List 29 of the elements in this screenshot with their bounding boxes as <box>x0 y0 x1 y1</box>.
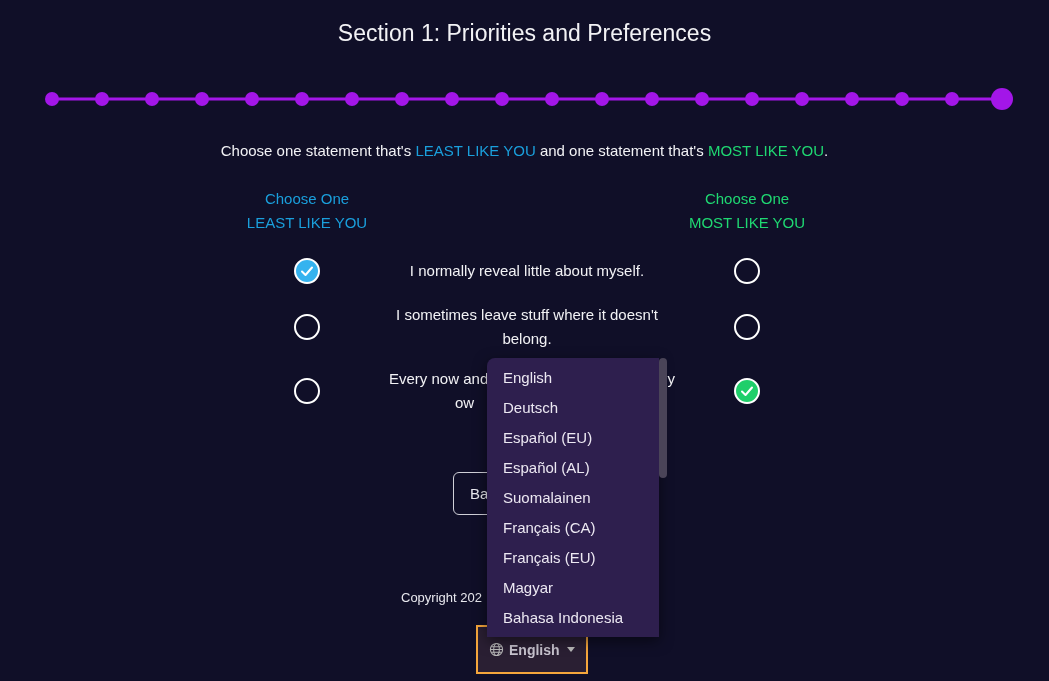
language-option[interactable]: English <box>487 366 659 396</box>
page-title: Section 1: Priorities and Preferences <box>336 19 713 47</box>
caret-icon <box>566 647 575 652</box>
language-option[interactable]: Français (EU) <box>487 546 659 576</box>
language-option[interactable]: Français (CA) <box>487 516 659 546</box>
radio-button[interactable] <box>294 378 320 404</box>
radio-button[interactable] <box>734 314 760 340</box>
radio-button[interactable] <box>294 314 320 340</box>
column-heading: Choose One <box>263 189 351 209</box>
statement-text: I normally reveal little about myself. <box>408 261 646 281</box>
statement-text: ow <box>455 394 475 411</box>
statement-text: Every now and <box>389 369 489 389</box>
checked-radio[interactable] <box>294 258 320 284</box>
statement-text: y <box>667 369 675 389</box>
language-option[interactable]: Español (EU) <box>487 426 659 456</box>
instruction-text: Choose one statement that's LEAST LIKE YOU and one statement that's MOST LIKE YOU. <box>219 141 830 161</box>
scrollbar[interactable] <box>659 358 667 478</box>
language-option[interactable]: Magyar <box>487 576 659 606</box>
column-heading: Choose One <box>703 189 791 209</box>
copyright-text: Copyright 202 <box>401 590 482 605</box>
column-subheading: MOST LIKE YOU <box>687 213 807 233</box>
language-option[interactable]: Español (AL) <box>487 456 659 486</box>
checked-radio[interactable] <box>734 378 760 404</box>
column-subheading: LEAST LIKE YOU <box>245 213 369 233</box>
language-option[interactable]: Suomalainen <box>487 486 659 516</box>
globe-icon <box>489 642 504 657</box>
statement-text: I sometimes leave stuff where it doesn't belong. <box>395 305 659 349</box>
radio-button[interactable] <box>734 258 760 284</box>
language-option[interactable]: Deutsch <box>487 396 659 426</box>
